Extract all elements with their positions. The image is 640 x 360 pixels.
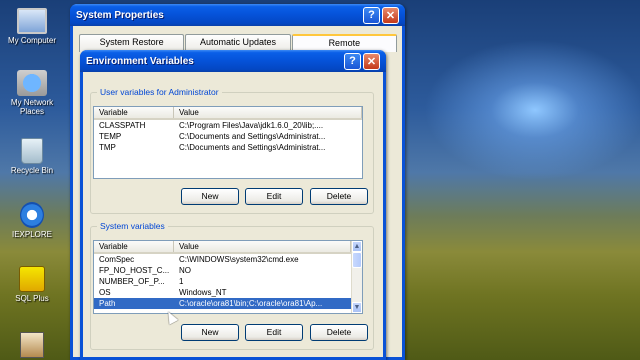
desktop-icon-label: My Network Places: [10, 98, 54, 116]
list-item[interactable]: OS Windows_NT: [94, 287, 351, 298]
variable-name: ComSpec: [99, 255, 135, 264]
system-delete-button[interactable]: Delete: [310, 324, 368, 341]
user-new-button[interactable]: New: [181, 188, 239, 205]
variable-value: C:\Program Files\Java\jdk1.6.0_20\lib;..…: [179, 121, 324, 130]
recycle-bin-icon: [21, 138, 43, 164]
cat-app-icon: [20, 332, 44, 358]
help-button[interactable]: ?: [344, 52, 361, 70]
sql-plus-icon: [19, 266, 45, 292]
variable-name: OS: [99, 288, 111, 297]
internet-explorer-icon: [20, 202, 44, 228]
desktop-icon-my-network-places[interactable]: My Network Places: [2, 70, 62, 116]
vertical-scrollbar[interactable]: ▲ ▼: [351, 241, 362, 313]
close-button[interactable]: ✕: [382, 6, 399, 24]
system-variables-list[interactable]: Variable Value ComSpec C:\WINDOWS\system…: [93, 240, 363, 314]
variable-value: 1: [179, 277, 184, 286]
list-item-selected[interactable]: Path C:\oracle\ora81\bin;C:\oracle\ora81…: [94, 298, 351, 309]
variable-value: Windows_NT: [179, 288, 227, 297]
variable-value: C:\Documents and Settings\Administrat...: [179, 132, 326, 141]
close-button[interactable]: ✕: [363, 52, 380, 70]
list-item[interactable]: CLASSPATH C:\Program Files\Java\jdk1.6.0…: [94, 120, 362, 131]
environment-variables-dialog: Environment Variables ? ✕ User variables…: [80, 50, 386, 360]
list-item[interactable]: TEMP C:\Documents and Settings\Administr…: [94, 131, 362, 142]
computer-icon: [17, 8, 47, 34]
variable-value: NO: [179, 266, 191, 275]
column-header-variable[interactable]: Variable: [94, 241, 174, 252]
desktop-icon-my-computer[interactable]: My Computer: [2, 8, 62, 45]
variable-value: C:\WINDOWS\system32\cmd.exe: [179, 255, 299, 264]
column-header-value[interactable]: Value: [174, 241, 351, 252]
environment-variables-titlebar[interactable]: Environment Variables ? ✕: [80, 50, 386, 72]
variable-name: FP_NO_HOST_C...: [99, 266, 170, 275]
scroll-up-icon[interactable]: ▲: [352, 241, 362, 252]
user-delete-button[interactable]: Delete: [310, 188, 368, 205]
desktop-icon-iexplore[interactable]: IEXPLORE: [2, 202, 62, 239]
user-variables-list[interactable]: Variable Value CLASSPATH C:\Program File…: [93, 106, 363, 179]
scroll-down-icon[interactable]: ▼: [352, 302, 362, 313]
desktop-icon-label: IEXPLORE: [11, 230, 52, 239]
column-header-variable[interactable]: Variable: [94, 107, 174, 118]
variable-value: C:\oracle\ora81\bin;C:\oracle\ora81\Ap..…: [179, 299, 323, 308]
user-variables-heading: User variables for Administrator: [97, 87, 222, 97]
desktop-icon-label: SQL Plus: [15, 294, 49, 303]
desktop-icon-label: Recycle Bin: [10, 166, 54, 175]
system-properties-titlebar[interactable]: System Properties ? ✕: [70, 4, 405, 26]
desktop-icon-app[interactable]: [2, 332, 62, 360]
column-header-value[interactable]: Value: [174, 107, 362, 118]
variable-name: Path: [99, 299, 116, 308]
system-edit-button[interactable]: Edit: [245, 324, 303, 341]
scroll-thumb[interactable]: [352, 252, 362, 268]
variable-name: TMP: [99, 143, 116, 152]
list-item[interactable]: NUMBER_OF_P... 1: [94, 276, 351, 287]
list-header: Variable Value: [94, 241, 351, 254]
user-edit-button[interactable]: Edit: [245, 188, 303, 205]
list-item[interactable]: ComSpec C:\WINDOWS\system32\cmd.exe: [94, 254, 351, 265]
variable-value: C:\Documents and Settings\Administrat...: [179, 143, 326, 152]
system-new-button[interactable]: New: [181, 324, 239, 341]
desktop-icon-sql-plus[interactable]: SQL Plus: [2, 266, 62, 303]
help-button[interactable]: ?: [363, 6, 380, 24]
network-icon: [17, 70, 47, 96]
variable-name: TEMP: [99, 132, 122, 141]
variable-name: NUMBER_OF_P...: [99, 277, 165, 286]
list-header: Variable Value: [94, 107, 362, 120]
desktop-icon-label: My Computer: [7, 36, 56, 45]
list-item[interactable]: FP_NO_HOST_C... NO: [94, 265, 351, 276]
system-variables-heading: System variables: [97, 221, 168, 231]
list-item[interactable]: TMP C:\Documents and Settings\Administra…: [94, 142, 362, 153]
dialog-title: Environment Variables: [86, 55, 194, 67]
desktop-icon-recycle-bin[interactable]: Recycle Bin: [2, 138, 62, 175]
variable-name: CLASSPATH: [99, 121, 146, 130]
window-title: System Properties: [76, 9, 164, 21]
